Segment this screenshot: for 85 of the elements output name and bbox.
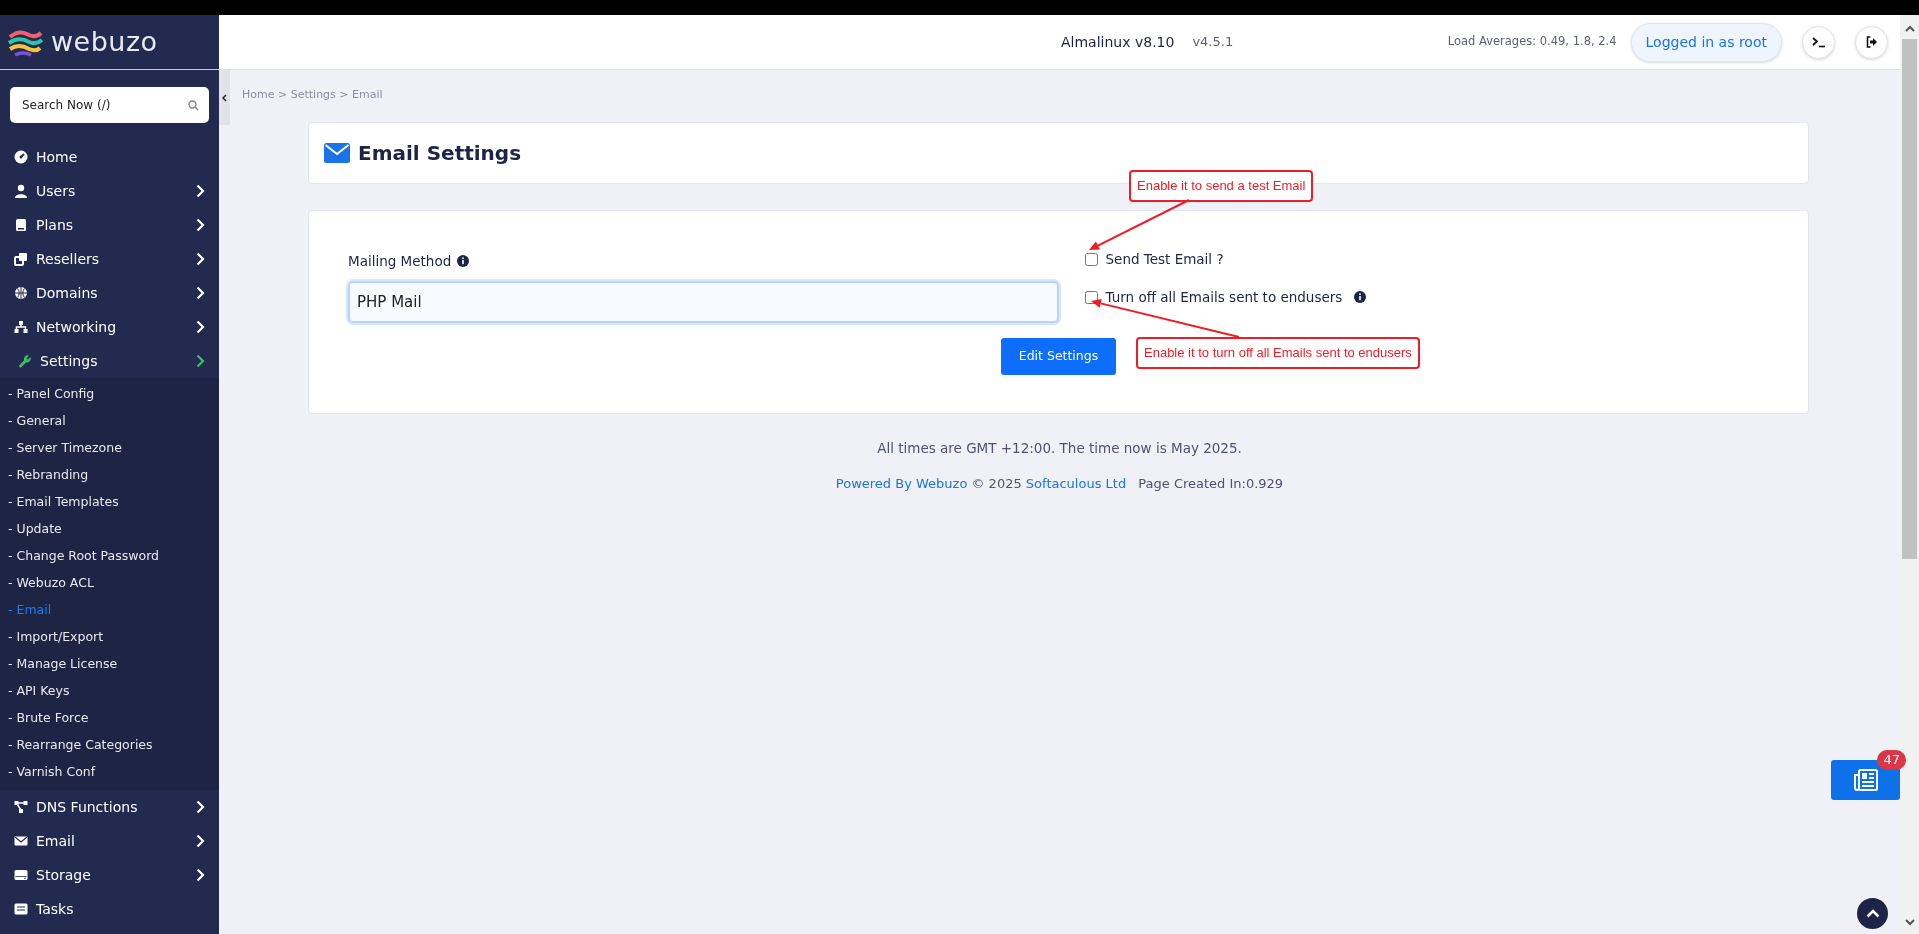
breadcrumb-separator: > [276,88,289,101]
chevron-icon [196,184,205,198]
checkbox[interactable] [1084,290,1098,304]
scroll-top-button[interactable] [1857,898,1888,929]
sidebar-item[interactable]: DNS Functions [0,790,219,824]
scroll-down-icon[interactable] [1903,916,1916,928]
load-averages: Load Averages: 0.49, 1.8, 2.4 [1447,33,1617,51]
gauge-icon [14,150,28,164]
chevron-icon [196,354,205,368]
chevron-icon [196,252,205,266]
globe-icon [14,286,28,300]
terminal-button[interactable] [1802,25,1835,59]
wrench-icon [18,354,32,368]
collapse-button[interactable] [219,70,230,125]
book-icon [14,218,28,232]
copy-icon [14,252,28,266]
terminal-icon [1811,36,1826,48]
info-icon [457,255,470,268]
scrollbar[interactable] [1900,15,1919,934]
sidebar-item[interactable]: Storage [0,858,219,892]
submenu-item[interactable]: - Varnish Conf [0,759,219,786]
annotation-callout: Enable it to turn off all Emails sent to endusers [1136,337,1420,369]
sidebar-item[interactable]: Users [0,174,219,208]
submenu-item[interactable]: - Panel Config [0,381,219,408]
submenu-item[interactable]: - API Keys [0,678,219,705]
page-created-text: Page Created In:0.929 [1137,476,1284,492]
field-label: Mailing Method [348,252,452,271]
submenu-item[interactable]: - Change Root Password [0,543,219,570]
page-title: Email Settings [358,141,522,165]
submenu-item[interactable]: - Brute Force [0,705,219,732]
nodes-icon [14,800,28,814]
submenu-item[interactable]: - Import/Export [0,624,219,651]
edit-settings-button[interactable]: Edit Settings [1000,338,1117,375]
mailing-method-field[interactable]: PHP Mail [348,281,1059,324]
chevron-icon [196,834,205,848]
sidebar-item[interactable]: Resellers [0,242,219,276]
submenu-item[interactable]: - Manage License [0,651,219,678]
search-field[interactable]: Search Now (/) [10,87,209,123]
drive-icon [14,868,28,882]
sidebar-item[interactable]: Tasks [0,892,219,926]
chevron-icon [196,218,205,232]
logo-text: webuzo [51,24,158,59]
search-icon [188,99,199,111]
sidebar-item[interactable]: Plans [0,208,219,242]
network-icon [14,320,28,334]
checkbox-label: Send Test Email ? [1105,249,1224,269]
user-button[interactable]: Logged in as root [1630,22,1782,62]
search-input[interactable]: Search Now (/) [20,87,188,123]
checkbox-label: Turn off all Emails sent to endusers [1105,287,1343,307]
submenu-item[interactable]: - Webuzo ACL [0,570,219,597]
envelope-icon [14,834,28,848]
sidebar-item[interactable]: Home [0,140,219,174]
chevron-icon [196,320,205,334]
list-icon [14,902,28,916]
info-icon [1354,291,1367,303]
newspaper-icon [1853,769,1878,791]
logout-icon [1865,36,1878,48]
submenu-item[interactable]: - Rebranding [0,462,219,489]
time-note: All times are GMT +12:00. The time now is May 2025. [876,439,1243,458]
chevron-icon [196,286,205,300]
chevron-icon [222,93,227,102]
app-version: v4.5.1 [1192,33,1234,52]
checkbox[interactable] [1084,252,1098,266]
annotation-callout: Enable it to send a test Email [1129,170,1314,202]
sidebar-item[interactable]: Networking [0,310,219,344]
submenu-item[interactable]: - Email Templates [0,489,219,516]
submenu-item[interactable]: - Server Timezone [0,435,219,462]
sidebar-item[interactable]: Email [0,824,219,858]
submenu-item[interactable]: - Update [0,516,219,543]
os-version: Almalinux v8.10 [1061,32,1175,52]
breadcrumb-separator: > [338,88,350,101]
powered-by-link[interactable]: Powered By Webuzo [835,476,968,492]
chevron-up-icon [1865,909,1880,918]
chevron-icon [196,800,205,814]
submenu-item[interactable]: - Email [0,597,219,624]
sidebar-item[interactable]: Domains [0,276,219,310]
logout-button[interactable] [1855,25,1888,59]
chevron-icon [196,868,205,882]
submenu-item[interactable]: - Rearrange Categories [0,732,219,759]
envelope-icon [324,143,350,163]
copyright-text: © 2025 [970,476,1023,492]
user-icon [14,184,28,198]
notification-badge: 47 [1877,750,1906,770]
submenu-item[interactable]: - General [0,408,219,435]
company-link[interactable]: Softaculous Ltd [1025,476,1127,492]
